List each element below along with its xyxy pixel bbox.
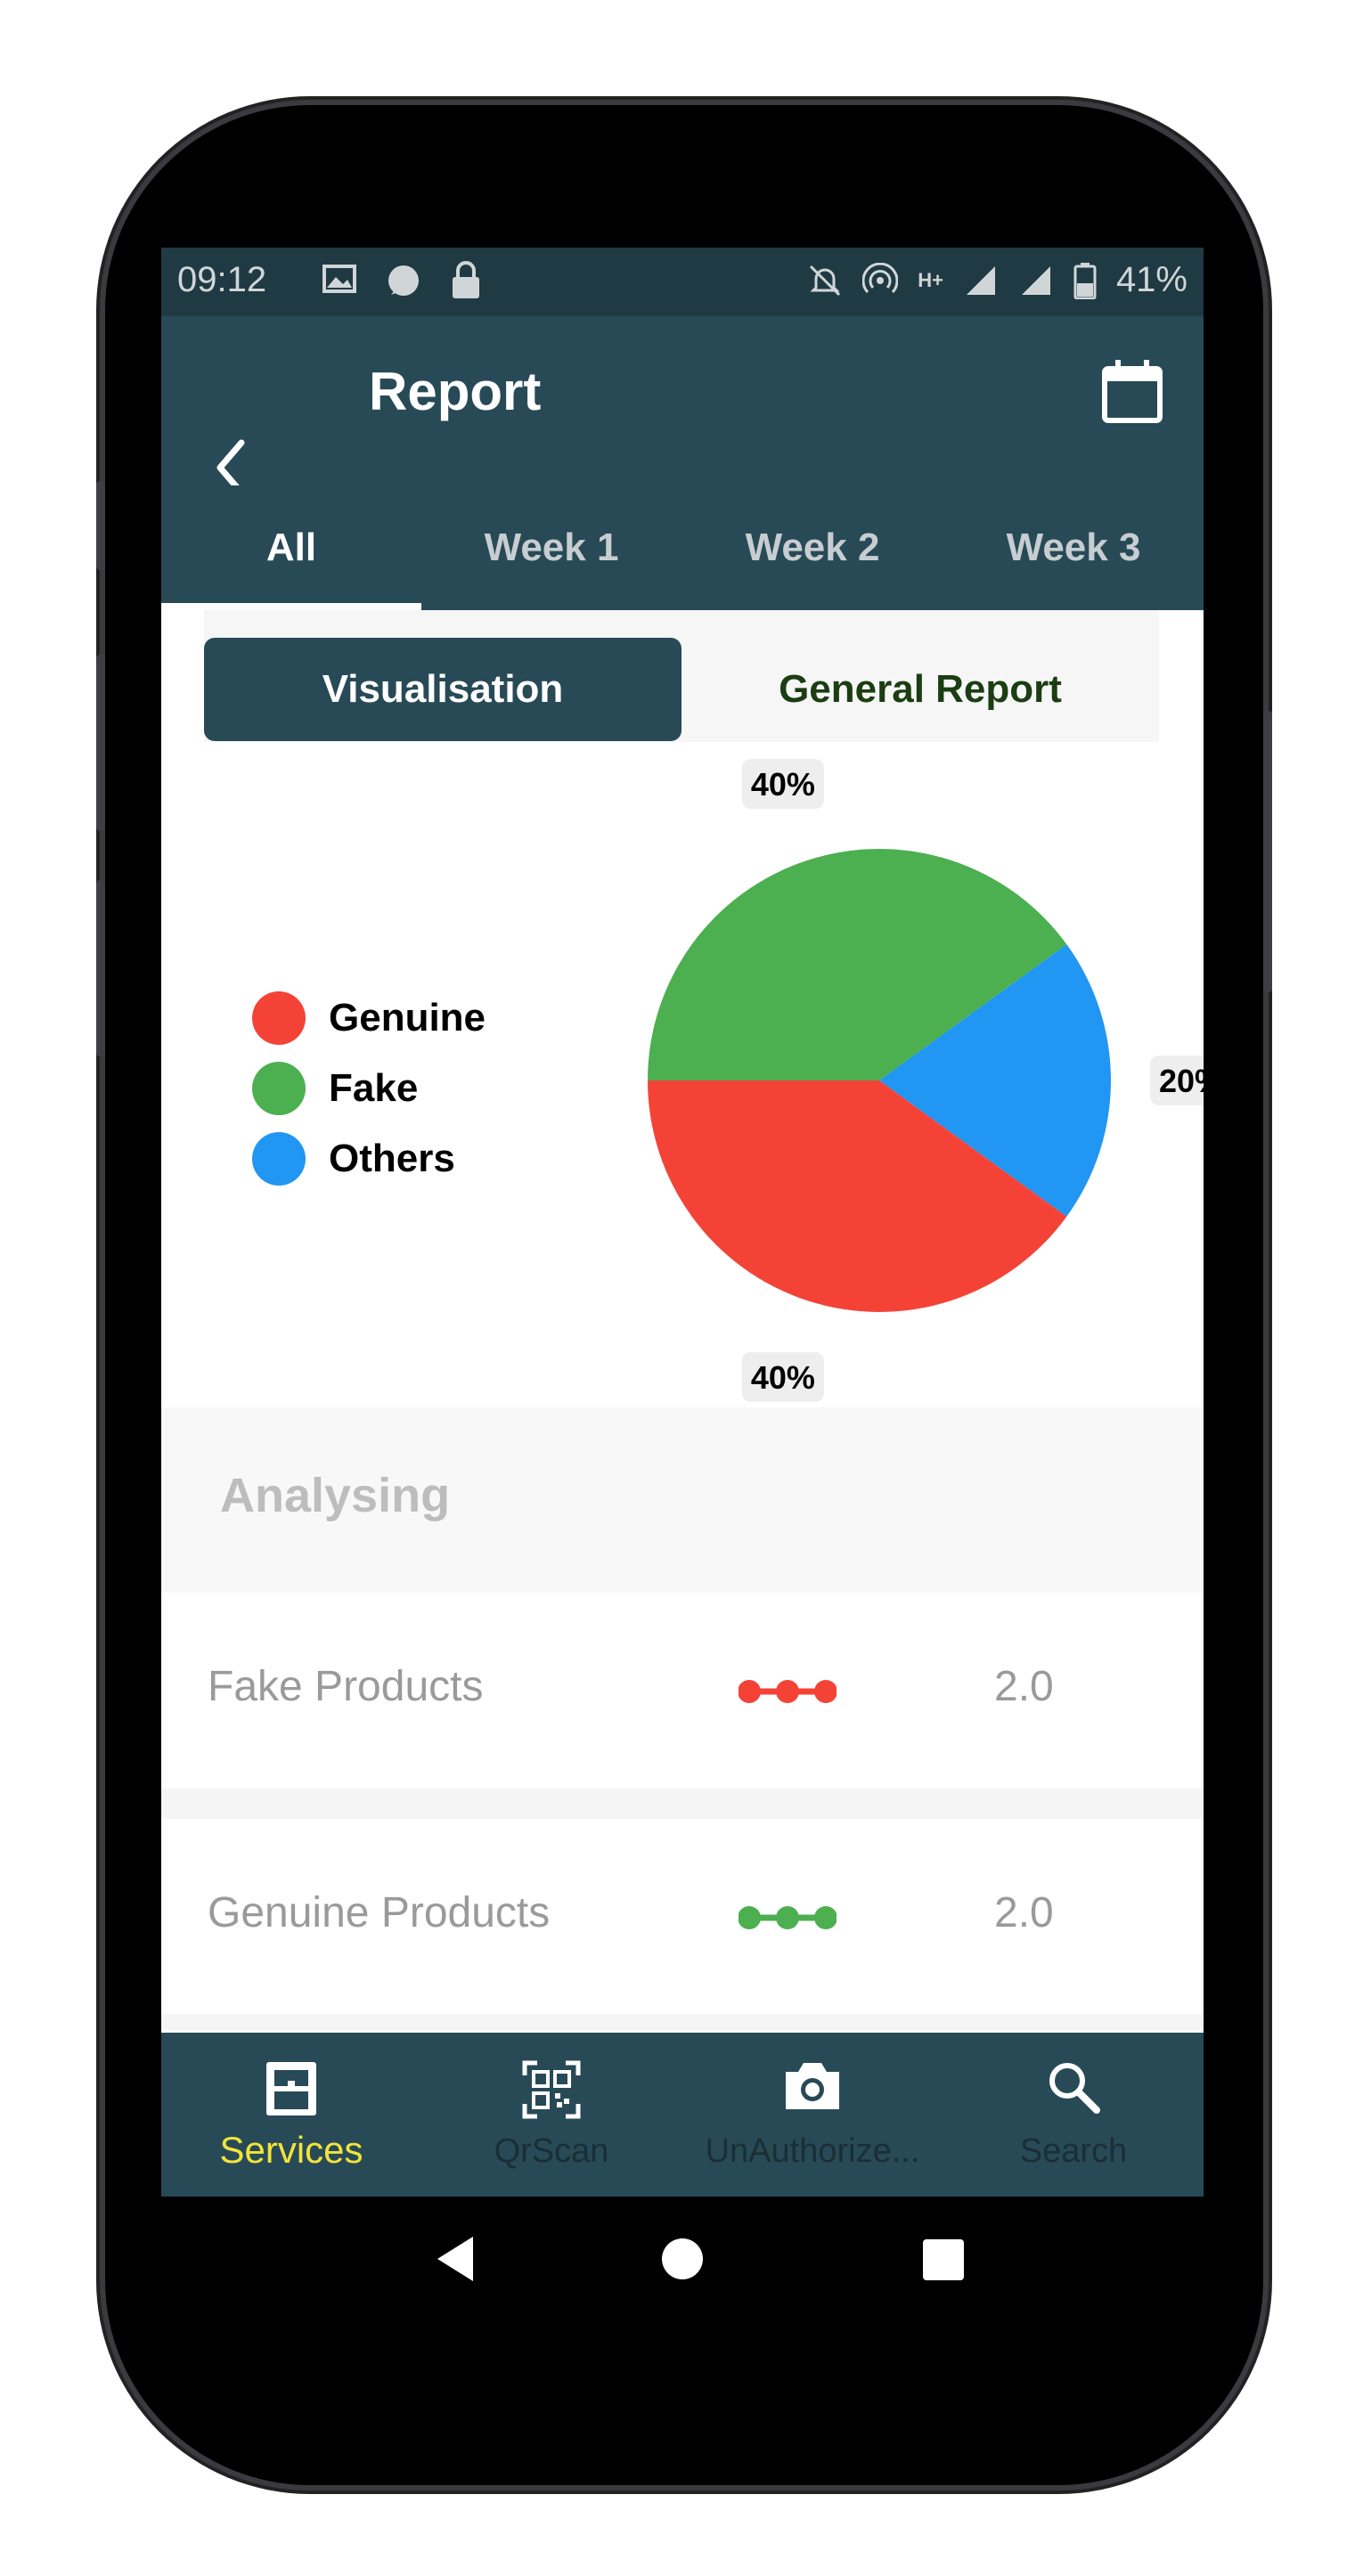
nav-label: Services bbox=[219, 2129, 363, 2171]
nav-label: QrScan bbox=[494, 2132, 609, 2170]
row-value: 2.0 bbox=[994, 1889, 1054, 1936]
side-button bbox=[96, 481, 105, 570]
system-navigation-bar bbox=[437, 2237, 964, 2281]
volume-down-button bbox=[96, 880, 105, 1056]
camera-icon bbox=[786, 2063, 839, 2109]
qr-scan-icon bbox=[522, 2060, 581, 2119]
back-triangle-icon[interactable] bbox=[437, 2237, 473, 2281]
nav-search[interactable]: Search bbox=[943, 2033, 1204, 2197]
row-divider bbox=[161, 2014, 1204, 2030]
pie-label-fake: 40% bbox=[751, 766, 815, 803]
trend-sparkline-green bbox=[739, 1906, 837, 1929]
services-icon bbox=[266, 2062, 316, 2115]
row-label: Genuine Products bbox=[208, 1889, 551, 1936]
power-button bbox=[1263, 711, 1272, 992]
nav-label: UnAuthorize... bbox=[705, 2132, 920, 2170]
nav-unauthorize[interactable]: UnAuthorize... bbox=[682, 2033, 943, 2197]
nav-label: Search bbox=[1019, 2132, 1128, 2170]
bottom-navigation: Services QrScan UnAuthorize... Search bbox=[161, 2033, 1204, 2197]
row-label: Fake Products bbox=[208, 1663, 484, 1710]
search-icon bbox=[1049, 2063, 1100, 2114]
app-screen: 09:12 H+ 41% Report All Week 1 Week 2 We… bbox=[161, 248, 1204, 2197]
analysing-heading: Analysing bbox=[220, 1469, 451, 1522]
home-circle-icon[interactable] bbox=[662, 2238, 703, 2279]
nav-qrscan[interactable]: QrScan bbox=[421, 2033, 682, 2197]
pie-label-genuine: 40% bbox=[751, 1359, 815, 1396]
fake-products-row[interactable]: Fake Products 2.0 bbox=[161, 1593, 1204, 1789]
pie-chart: 20% 40% 40% bbox=[648, 759, 1204, 1402]
nav-services[interactable]: Services bbox=[161, 2033, 421, 2197]
row-value: 2.0 bbox=[994, 1663, 1054, 1710]
row-divider bbox=[161, 1789, 1204, 1819]
analysing-section: Analysing bbox=[161, 1407, 1204, 1593]
genuine-products-row[interactable]: Genuine Products 2.0 bbox=[161, 1819, 1204, 2015]
trend-sparkline-red bbox=[739, 1680, 837, 1703]
pie-label-others: 20% bbox=[1159, 1063, 1204, 1099]
volume-up-button bbox=[96, 655, 105, 831]
recents-square-icon[interactable] bbox=[923, 2239, 964, 2280]
